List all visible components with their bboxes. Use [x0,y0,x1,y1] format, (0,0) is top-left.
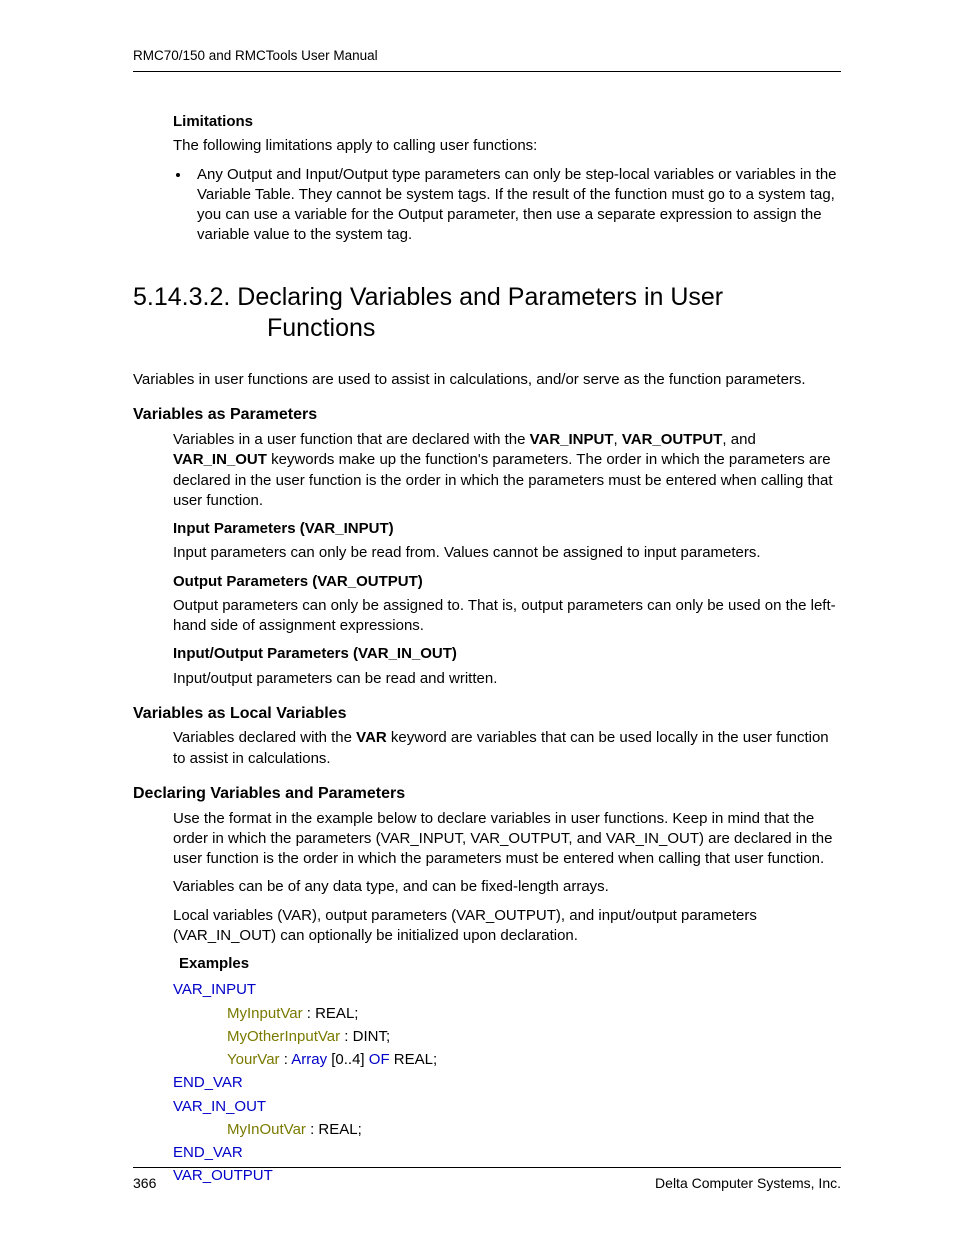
page-footer: 366 Delta Computer Systems, Inc. [133,1167,841,1193]
input-params-heading: Input Parameters (VAR_INPUT) [173,519,841,539]
page-number: 366 [133,1174,156,1193]
limitations-title: Limitations [173,112,841,132]
dvp-heading: Declaring Variables and Parameters [133,783,841,805]
limitations-list: Any Output and Input/Output type paramet… [133,165,841,246]
vap-paragraph: Variables in a user function that are de… [173,430,841,511]
dvp-p3: Local variables (VAR), output parameters… [173,906,841,947]
code-line: VAR_INPUT [173,978,841,1001]
inout-params-heading: Input/Output Parameters (VAR_IN_OUT) [173,644,841,664]
id-yourvar: YourVar [227,1051,280,1068]
kw-var-in-out: VAR_IN_OUT [173,1098,266,1115]
kw-of: OF [369,1051,390,1068]
vap-block: Variables in a user function that are de… [173,430,841,689]
id-myinoutvar: MyInOutVar [227,1121,306,1138]
vlv-p1a: Variables declared with the [173,729,356,746]
code-line: END_VAR [173,1141,841,1164]
type-real-2: : REAL; [306,1121,362,1138]
vap-kw1: VAR_INPUT [530,431,614,448]
dvp-p1: Use the format in the example below to d… [173,809,841,870]
id-myinputvar: MyInputVar [227,1005,303,1022]
vlv-paragraph: Variables declared with the VAR keyword … [173,728,841,769]
code-line: VAR_IN_OUT [173,1095,841,1118]
code-example: VAR_INPUT MyInputVar : REAL; MyOtherInpu… [173,978,841,1187]
vlv-block: Variables declared with the VAR keyword … [173,728,841,769]
section-intro: Variables in user functions are used to … [133,370,841,390]
limitations-block: Limitations The following limitations ap… [173,112,841,157]
vap-kw3: VAR_IN_OUT [173,451,267,468]
type-dint: : DINT; [340,1028,390,1045]
type-real-tail: REAL; [390,1051,438,1068]
section-title-line2: Functions [133,313,841,344]
section-heading: 5.14.3.2. Declaring Variables and Parame… [133,282,841,345]
section-title-line1: Declaring Variables and Parameters in Us… [237,283,723,311]
vlv-kw: VAR [356,729,387,746]
code-line: MyInputVar : REAL; [173,1002,841,1025]
limitations-bullet: Any Output and Input/Output type paramet… [191,165,841,246]
vap-p1b: keywords make up the function's paramete… [173,451,833,509]
id-myotherinputvar: MyOtherInputVar [227,1028,340,1045]
code-line: YourVar : Array [0..4] OF REAL; [173,1048,841,1071]
kw-end-var-2: END_VAR [173,1144,243,1161]
running-header: RMC70/150 and RMCTools User Manual [133,47,841,72]
vap-heading: Variables as Parameters [133,404,841,426]
array-range: [0..4] [327,1051,369,1068]
footer-org: Delta Computer Systems, Inc. [655,1174,841,1193]
inout-params-text: Input/output parameters can be read and … [173,669,841,689]
type-real: : REAL; [303,1005,359,1022]
examples-heading: Examples [179,954,841,974]
code-line: MyOtherInputVar : DINT; [173,1025,841,1048]
page: RMC70/150 and RMCTools User Manual Limit… [0,0,954,1235]
vap-kw2: VAR_OUTPUT [622,431,723,448]
code-line: END_VAR [173,1071,841,1094]
output-params-heading: Output Parameters (VAR_OUTPUT) [173,572,841,592]
output-params-text: Output parameters can only be assigned t… [173,596,841,637]
limitations-intro: The following limitations apply to calli… [173,136,841,156]
vap-sep2: , and [722,431,755,448]
input-params-text: Input parameters can only be read from. … [173,543,841,563]
colon: : [280,1051,292,1068]
dvp-block: Use the format in the example below to d… [173,809,841,1188]
section-number: 5.14.3.2. [133,283,230,311]
vap-p1a: Variables in a user function that are de… [173,431,530,448]
kw-var-input: VAR_INPUT [173,981,256,998]
kw-array: Array [291,1051,327,1068]
code-line: MyInOutVar : REAL; [173,1118,841,1141]
vlv-heading: Variables as Local Variables [133,703,841,725]
dvp-p2: Variables can be of any data type, and c… [173,877,841,897]
vap-sep1: , [614,431,622,448]
kw-end-var: END_VAR [173,1074,243,1091]
